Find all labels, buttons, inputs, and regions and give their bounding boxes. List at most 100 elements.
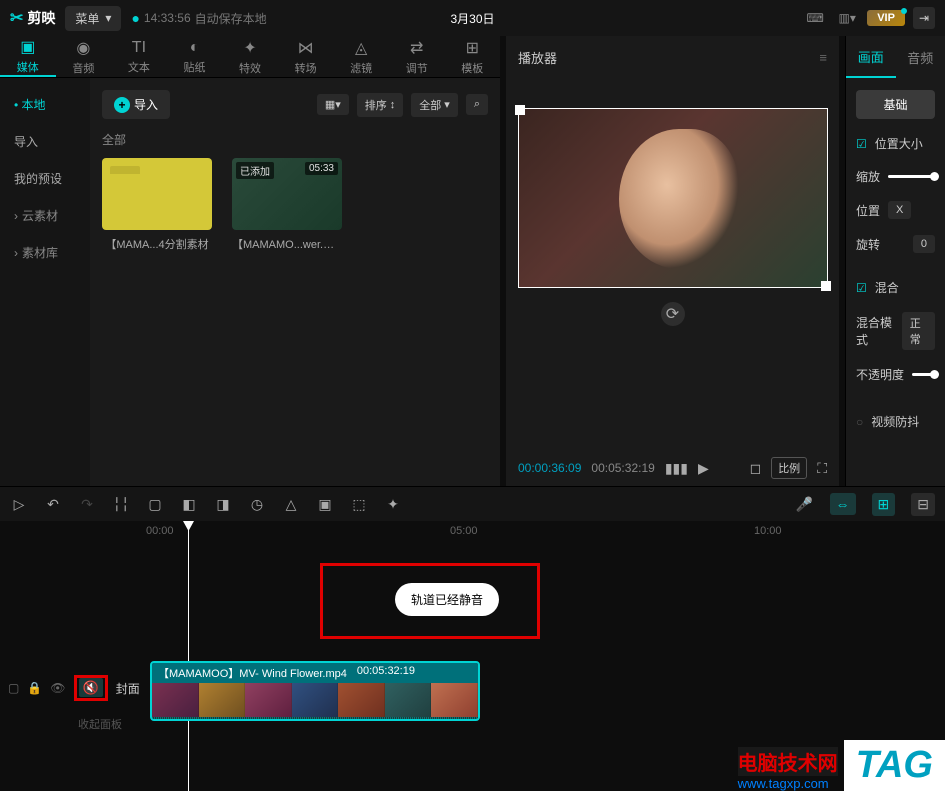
crop-tool[interactable]: ⬚ (350, 496, 368, 513)
cursor-tool[interactable]: ▷ (10, 496, 28, 513)
focus-icon[interactable]: ◻ (750, 460, 762, 477)
project-date: 3月30日 (450, 10, 494, 27)
track-toggle-icon[interactable]: ▢ (8, 681, 19, 695)
tab-label: 贴纸 (183, 59, 205, 75)
stabilize-label: 视频防抖 (871, 413, 919, 430)
toggle-2[interactable]: ⊞ (872, 493, 896, 516)
tab-template[interactable]: ⊞模板 (445, 36, 501, 77)
view-mode-button[interactable]: ▦▾ (317, 94, 349, 115)
redo-button[interactable]: ↷ (78, 496, 96, 513)
media-item-video[interactable]: 已添加 05:33 【MAMAMO...wer.mp4 (232, 158, 342, 252)
fullscreen-icon[interactable]: ⛶ (817, 460, 827, 477)
tab-transition[interactable]: ⋈转场 (278, 36, 334, 77)
media-item-folder[interactable]: 【MAMA...4分割素材 (102, 158, 212, 252)
sidebar-item-presets[interactable]: 我的预设 (0, 160, 90, 197)
hamburger-icon[interactable]: ≡ (819, 50, 827, 65)
adjust-tool[interactable]: ✦ (384, 496, 402, 513)
rotation-input[interactable]: 0 (913, 235, 935, 253)
player-canvas[interactable]: ⟳ (506, 78, 839, 450)
watermark-tag: TAG (844, 740, 945, 791)
sidebar-item-library[interactable]: ›素材库 (0, 234, 90, 271)
effects-icon: ✦ (243, 38, 256, 58)
watermark-text: 电脑技术网 (738, 747, 838, 776)
lock-icon[interactable]: 🔒 (27, 681, 42, 695)
filter-icon: ◬ (355, 38, 367, 58)
preview-frame[interactable] (518, 108, 828, 288)
inspector-tab-video[interactable]: 画面 (846, 36, 896, 78)
delete-tool[interactable]: ▢ (146, 496, 164, 513)
mute-icon[interactable]: 🔇 (79, 678, 103, 697)
media-sidebar: • 本地 导入 我的预设 ›云素材 ›素材库 (0, 78, 90, 486)
filter-button[interactable]: 全部 ▾ (411, 93, 458, 117)
opacity-slider[interactable] (912, 373, 935, 376)
pos-size-label: 位置大小 (875, 135, 923, 152)
mic-icon[interactable]: 🎤 (796, 496, 814, 513)
keyboard-icon[interactable]: ⌨ (803, 8, 827, 28)
media-icon: ▣ (20, 37, 35, 57)
text-icon: TI (132, 39, 146, 57)
autosave-text: 自动保存本地 (195, 10, 267, 27)
refresh-icon[interactable]: ⟳ (661, 302, 685, 326)
inspector-tab-audio[interactable]: 音频 (896, 36, 945, 78)
play-icon[interactable]: ▶ (698, 460, 709, 477)
cover-label[interactable]: 封面 (116, 680, 140, 697)
pos-x-input[interactable]: X (888, 201, 911, 219)
tab-filter[interactable]: ◬滤镜 (333, 36, 389, 77)
chevron-right-icon: › (14, 246, 18, 260)
playhead[interactable] (188, 521, 189, 791)
timeline-clip[interactable]: 【MAMAMOO】MV- Wind Flower.mp4 00:05:32:19 (150, 661, 480, 721)
import-button[interactable]: + 导入 (102, 90, 170, 119)
video-thumbnail: 已添加 05:33 (232, 158, 342, 230)
tab-label: 音频 (72, 60, 94, 76)
media-name: 【MAMAMO...wer.mp4 (232, 236, 342, 252)
menu-dropdown[interactable]: 菜单 ▾ (65, 6, 121, 31)
columns-icon[interactable]: ▮▮▮ (665, 460, 688, 477)
eye-icon[interactable]: 👁 (50, 681, 65, 695)
scale-label: 缩放 (856, 168, 880, 185)
search-button[interactable]: ⌕ (466, 94, 488, 115)
tab-audio[interactable]: ◉音频 (56, 36, 112, 77)
mirror-tool[interactable]: △ (282, 496, 300, 513)
unchecked-icon[interactable]: ○ (856, 415, 863, 429)
freeze-tool[interactable]: ▣ (316, 496, 334, 513)
clip-thumbnails (152, 683, 478, 717)
app-name: 剪映 (27, 8, 55, 28)
tab-media[interactable]: ▣媒体 (0, 36, 56, 77)
split-tool[interactable]: ╎╎ (112, 496, 130, 513)
rotate-tool[interactable]: ◷ (248, 496, 266, 513)
check-icon: ● (131, 10, 139, 26)
undo-button[interactable]: ↶ (44, 496, 62, 513)
blend-mode-select[interactable]: 正常 (902, 312, 935, 350)
cut-right-tool[interactable]: ◨ (214, 496, 232, 513)
toggle-3[interactable]: ⊟ (911, 493, 935, 516)
vip-badge[interactable]: VIP (867, 10, 905, 26)
tab-effects[interactable]: ✦特效 (222, 36, 278, 77)
tab-text[interactable]: TI文本 (111, 36, 167, 77)
sidebar-item-local[interactable]: • 本地 (0, 86, 90, 123)
player-title: 播放器 (518, 48, 557, 67)
audio-waveform (152, 717, 478, 721)
watermark: 电脑技术网 www.tagxp.com TAG (738, 740, 945, 791)
basic-button[interactable]: 基础 (856, 90, 935, 119)
collapse-hint[interactable]: 收起面板 (78, 716, 122, 732)
adjust-icon: ⇄ (410, 38, 423, 58)
autosave-time: 14:33:56 (144, 11, 191, 25)
sidebar-item-import[interactable]: 导入 (0, 123, 90, 160)
ratio-button[interactable]: 比例 (771, 457, 807, 479)
tab-sticker[interactable]: ◐贴纸 (167, 36, 223, 77)
tab-adjust[interactable]: ⇄调节 (389, 36, 445, 77)
sidebar-item-cloud[interactable]: ›云素材 (0, 197, 90, 234)
cut-left-tool[interactable]: ◧ (180, 496, 198, 513)
menu-label: 菜单 (75, 10, 99, 27)
checkbox-icon[interactable]: ☑ (856, 137, 867, 151)
checkbox-icon[interactable]: ☑ (856, 281, 867, 295)
toggle-1[interactable]: ⇔ (830, 493, 856, 515)
search-icon: ⌕ (474, 98, 480, 111)
current-time: 00:00:36:09 (518, 461, 581, 475)
layout-icon[interactable]: ▥▾ (835, 8, 859, 28)
sort-button[interactable]: 排序 ↕ (357, 93, 404, 117)
export-button[interactable]: ⇥ (913, 7, 935, 29)
annotation-box-mute: 🔇 (74, 675, 108, 701)
tab-label: 转场 (295, 60, 317, 76)
scale-slider[interactable] (888, 175, 935, 178)
